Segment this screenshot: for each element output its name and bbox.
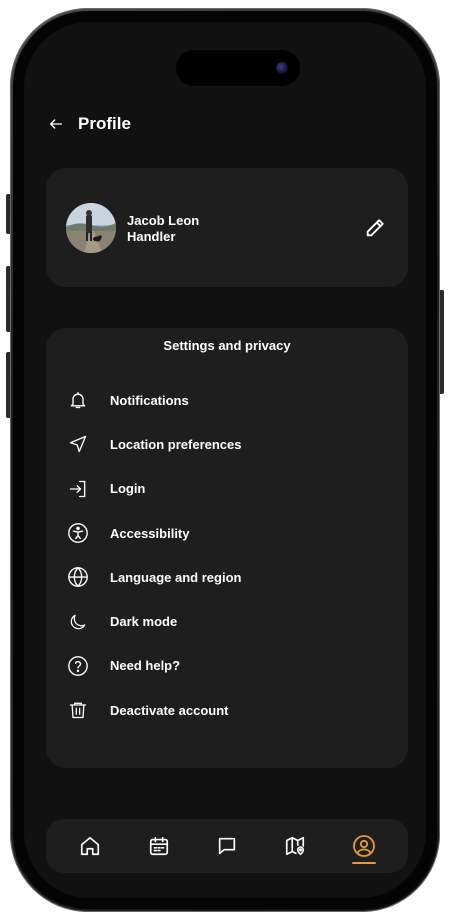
settings-card: Settings and privacy Notifications Locat… bbox=[46, 328, 408, 768]
settings-item-label: Dark mode bbox=[110, 614, 178, 630]
settings-item-label: Need help? bbox=[110, 658, 181, 674]
settings-item-label: Login bbox=[110, 481, 146, 497]
settings-title: Settings and privacy bbox=[163, 338, 291, 353]
settings-item-label: Deactivate account bbox=[110, 702, 229, 718]
nav-profile[interactable] bbox=[344, 826, 384, 866]
bell-icon bbox=[66, 388, 90, 412]
calendar-icon bbox=[149, 836, 168, 856]
chat-icon bbox=[218, 837, 236, 855]
user-name: Jacob Leon Handler bbox=[127, 213, 200, 244]
user-circle-icon bbox=[352, 835, 375, 857]
bottom-nav bbox=[46, 819, 408, 873]
settings-item-label: Notifications bbox=[110, 392, 189, 408]
nav-messages[interactable] bbox=[207, 826, 247, 866]
phone-frame: Profile Jacob Leon Handler Settings and … bbox=[10, 8, 440, 912]
phone-bezel: Profile Jacob Leon Handler Settings and … bbox=[13, 11, 437, 909]
avatar bbox=[66, 203, 116, 253]
settings-item-dark-mode[interactable]: Dark mode bbox=[66, 599, 388, 643]
trash-icon bbox=[66, 698, 90, 722]
location-arrow-icon bbox=[66, 432, 90, 456]
edit-pencil-icon[interactable] bbox=[364, 217, 386, 239]
settings-item-language-and-region[interactable]: Language and region bbox=[66, 555, 388, 599]
settings-item-notifications[interactable]: Notifications bbox=[66, 378, 388, 422]
screen: Profile Jacob Leon Handler Settings and … bbox=[24, 22, 426, 898]
camera-icon bbox=[276, 62, 288, 74]
login-icon bbox=[66, 477, 90, 501]
settings-item-accessibility[interactable]: Accessibility bbox=[66, 511, 388, 555]
back-arrow-icon[interactable] bbox=[46, 114, 66, 134]
profile-card: Jacob Leon Handler bbox=[46, 168, 408, 287]
nav-home[interactable] bbox=[70, 826, 110, 866]
help-circle-icon bbox=[66, 654, 90, 678]
settings-item-label: Location preferences bbox=[110, 436, 242, 452]
settings-list: Notifications Location preferences Login… bbox=[66, 378, 388, 732]
map-pin-icon bbox=[286, 836, 305, 856]
accessibility-icon bbox=[66, 521, 90, 545]
settings-item-need-help[interactable]: Need help? bbox=[66, 644, 388, 688]
moon-icon bbox=[66, 610, 90, 634]
settings-item-location-preferences[interactable]: Location preferences bbox=[66, 422, 388, 466]
settings-item-deactivate-account[interactable]: Deactivate account bbox=[66, 688, 388, 732]
page-title: Profile bbox=[78, 114, 131, 133]
settings-item-label: Language and region bbox=[110, 569, 242, 585]
globe-icon bbox=[66, 565, 90, 589]
header: Profile bbox=[46, 114, 131, 134]
settings-item-login[interactable]: Login bbox=[66, 467, 388, 511]
dynamic-island bbox=[176, 50, 300, 86]
home-icon bbox=[81, 836, 100, 856]
settings-item-label: Accessibility bbox=[110, 525, 190, 541]
nav-calendar[interactable] bbox=[139, 826, 179, 866]
nav-map[interactable] bbox=[275, 826, 315, 866]
